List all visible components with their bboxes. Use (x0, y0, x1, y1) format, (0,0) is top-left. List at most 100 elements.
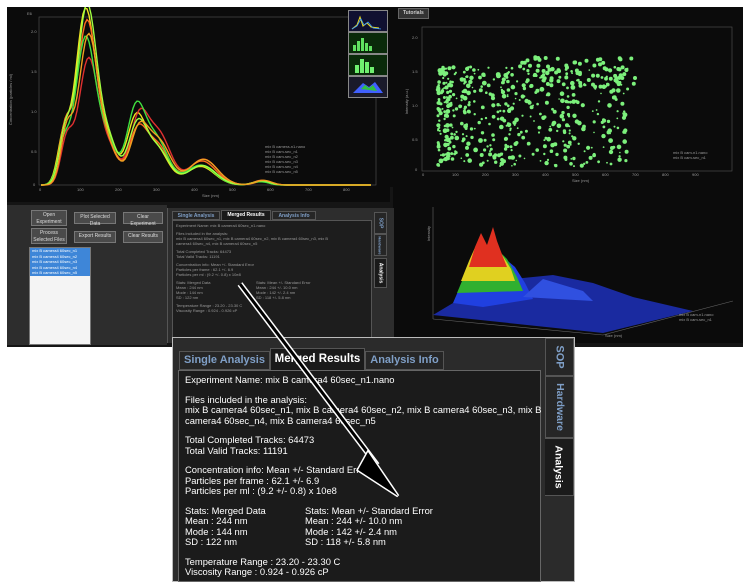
scatter-point (467, 66, 470, 69)
plot-selected-data-button[interactable]: Plot Selected Data (74, 212, 116, 227)
clear-experiment-button[interactable]: Clear Experiment (123, 212, 163, 227)
open-experiment-button[interactable]: Open Experiment (31, 210, 67, 226)
scatter-point (492, 78, 496, 81)
scatter-point (572, 60, 577, 65)
x-tick: 700 (632, 172, 639, 177)
size-distribution-chart[interactable]: E6 Concentration (particles / ml) Size (… (7, 7, 390, 202)
surface-chart[interactable]: Intensity Size (nm) mix B cam-n1.nano mi… (393, 187, 743, 343)
x-tick: 600 (602, 172, 609, 177)
scatter-point (454, 135, 460, 141)
scatter-point (592, 153, 596, 158)
thumbnail-green-histogram[interactable] (348, 54, 388, 76)
scatter-point (499, 124, 504, 130)
tab-analysis[interactable]: Analysis (545, 438, 574, 496)
mini-stats-right: Stats: Mean +/- Standard Error Mean : 24… (256, 280, 311, 300)
y-tick: 1.0 (31, 109, 37, 114)
scatter-point (506, 79, 510, 84)
tab-single-analysis[interactable]: Single Analysis (179, 351, 270, 370)
scatter-point (573, 165, 575, 168)
mini-tab-single-analysis[interactable]: Single Analysis (172, 211, 220, 220)
scatter-point (448, 94, 452, 99)
y-tick: 0 (33, 182, 36, 187)
scatter-point (606, 130, 611, 135)
scatter-point (555, 152, 559, 157)
scatter-point (483, 138, 487, 142)
process-selected-files-button[interactable]: Process Selected Files (31, 228, 67, 244)
scatter-point (595, 73, 600, 78)
thumbnail-3d-plot[interactable] (348, 76, 388, 98)
stats-section: Stats: Merged Data Mean : 244 nm Mode : … (185, 505, 534, 548)
x-tick: 600 (267, 187, 274, 192)
scatter-point (441, 107, 444, 110)
scatter-point (437, 80, 441, 84)
tab-merged-results[interactable]: Merged Results (270, 348, 365, 371)
scatter-point (450, 132, 454, 136)
mini-stats: Stats: Merged Data Mean : 244 nm Mode : … (176, 280, 368, 300)
scatter-point (506, 88, 511, 92)
mini-tab-analysis-info[interactable]: Analysis Info (272, 211, 316, 220)
scatter-point (549, 83, 554, 88)
scatter-point (446, 110, 448, 112)
scatter-point (441, 153, 446, 157)
scatter-point (502, 109, 506, 113)
scatter-point (482, 74, 486, 77)
scatter-point (544, 160, 549, 166)
scatter-point (520, 60, 525, 65)
scatter-point (596, 112, 600, 116)
x-tick: 300 (512, 172, 519, 177)
x-tick: 200 (115, 187, 122, 192)
x-tick: 500 (572, 172, 579, 177)
scatter-point (536, 63, 541, 68)
x-tick: 0 (39, 187, 42, 192)
scatter-point (491, 133, 495, 137)
scatter-y-axis-label: Intensity (a.u.) (404, 88, 410, 115)
scatter-point (483, 148, 487, 152)
scatter-point (524, 129, 528, 133)
mini-tab-analysis[interactable]: Analysis (374, 258, 387, 288)
clear-results-button[interactable]: Clear Results (123, 231, 163, 243)
scatter-point (546, 64, 550, 69)
mini-tab-sop[interactable]: SOP (374, 212, 387, 234)
scatter-point (583, 150, 586, 153)
file-list[interactable]: mix B camera4 60sec_n1 mix B camera4 60s… (29, 247, 91, 345)
scatter-point (499, 109, 502, 113)
tab-hardware[interactable]: Hardware (545, 376, 574, 438)
scatter-point (502, 118, 507, 123)
scatter-point (447, 66, 452, 71)
scatter-point (588, 155, 593, 160)
scatter-point (486, 159, 489, 162)
thumbnail-distribution[interactable] (348, 10, 388, 32)
scatter-point (437, 164, 441, 167)
scatter-point (449, 83, 454, 88)
controls-panel: Open Experiment Plot Selected Data Clear… (7, 205, 167, 345)
tab-sop[interactable]: SOP (545, 338, 574, 376)
scatter-point (611, 95, 616, 100)
thumbnail-scatter[interactable] (348, 32, 388, 54)
scatter-point (549, 76, 554, 81)
scatter-point (436, 123, 441, 128)
scatter-point (494, 160, 498, 164)
scatter-point (577, 142, 580, 145)
scatter-point (445, 99, 449, 104)
file-list-item[interactable]: mix B camera4 60sec_n5 (30, 270, 90, 276)
scatter-point (460, 121, 464, 126)
mini-tab-merged-results[interactable]: Merged Results (221, 210, 271, 220)
scatter-point (445, 114, 450, 118)
tab-analysis-info[interactable]: Analysis Info (365, 351, 444, 370)
scatter-point (581, 126, 586, 132)
scatter-point (617, 157, 622, 162)
scatter-point (452, 114, 456, 118)
scatter-point (446, 142, 450, 147)
scatter-point (613, 65, 617, 69)
scatter-point (535, 148, 539, 152)
scatter-point (436, 144, 441, 149)
scatter-point (501, 80, 505, 85)
scatter-point (506, 104, 510, 108)
export-results-button[interactable]: Export Results (74, 231, 116, 243)
mini-tab-hardware[interactable]: Hardware (374, 234, 387, 256)
scatter-point (499, 104, 502, 107)
y-tick: 2.0 (412, 35, 418, 40)
scatter-point (602, 118, 607, 123)
y-tick: 0.5 (412, 137, 418, 142)
scatter-chart[interactable]: Tutorials Intensity (a.u.) Size (nm) 2.0… (390, 7, 743, 187)
